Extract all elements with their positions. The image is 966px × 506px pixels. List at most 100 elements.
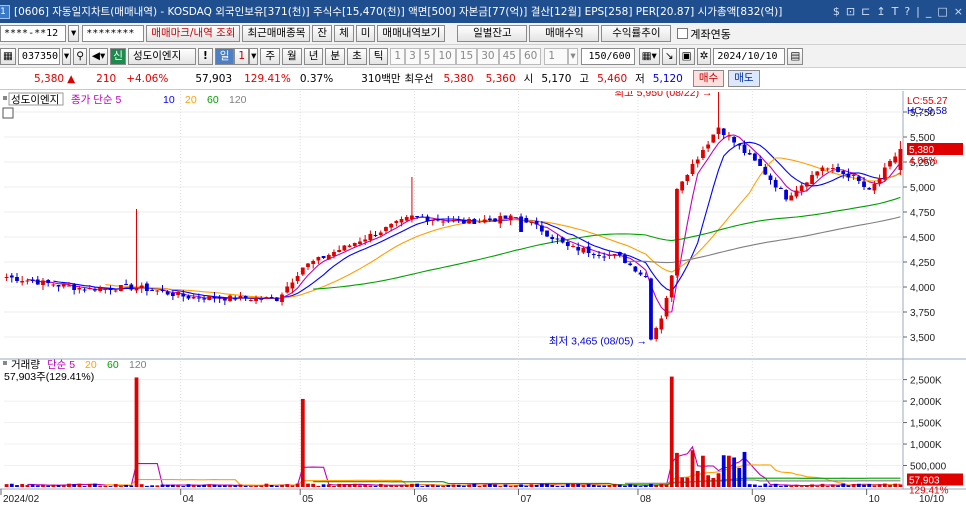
candle-body	[202, 298, 206, 300]
interval-5-button[interactable]: 5	[419, 47, 435, 65]
volume-bar	[524, 485, 529, 487]
volume-bar	[529, 484, 534, 487]
account-field[interactable]: ****-**12	[0, 25, 66, 42]
candle-body	[425, 216, 430, 222]
volume-bar	[888, 485, 892, 487]
volume-bar	[46, 485, 51, 487]
candle-body	[716, 127, 721, 134]
custom-dropdown-icon[interactable]: ▾	[568, 47, 578, 65]
layout-icon[interactable]: ▦	[0, 47, 16, 65]
period-daily-button[interactable]: 일	[214, 47, 235, 65]
candle-body	[155, 290, 160, 292]
stock-name-field[interactable]: 성도이엔지	[127, 47, 196, 65]
window-control-6-icon[interactable]: |	[916, 5, 920, 18]
password-field[interactable]: ********	[82, 25, 145, 42]
volume-bar	[103, 485, 108, 487]
volume-ratio: 129.41%	[244, 72, 291, 85]
stock-code-field[interactable]: 037350	[17, 47, 60, 65]
interval-30-button[interactable]: 30	[477, 47, 499, 65]
candle-body	[467, 219, 471, 224]
candle-body	[545, 230, 549, 237]
trade-profit-button[interactable]: 매매수익	[529, 25, 600, 42]
window-control-3-icon[interactable]: ↥	[876, 5, 885, 18]
period-number-field[interactable]: 1	[234, 47, 250, 65]
chart-area[interactable]: 5,7505,5005,2505,0004,7504,5004,2504,000…	[0, 91, 966, 506]
balance-button[interactable]: 잔	[312, 25, 333, 42]
window-control-7-icon[interactable]: _	[926, 5, 932, 18]
code-dropdown-icon[interactable]: ▾	[61, 47, 72, 65]
volume-bar	[399, 485, 404, 487]
trade-history-button[interactable]: 매매내역보기	[377, 25, 446, 42]
period-second-button[interactable]: 초	[347, 47, 367, 65]
candle-body	[446, 220, 451, 222]
volume-bar	[477, 485, 482, 487]
candle-body	[461, 220, 466, 224]
window-control-9-icon[interactable]: ×	[954, 5, 963, 18]
filled-button[interactable]: 체	[334, 25, 354, 42]
window-control-8-icon[interactable]: □	[937, 5, 947, 18]
period-weekly-button[interactable]: 주	[260, 47, 281, 65]
period-minute-button[interactable]: 분	[325, 47, 346, 65]
volume-bar	[472, 483, 477, 487]
symbol-toolbar: ▦ 037350 ▾ ⚲ ◀▾ 신 성도이엔지 ! 일 1 ▾ 주 월 년 분 …	[0, 45, 966, 68]
bar-count-field[interactable]: 150/600	[580, 47, 635, 65]
candle-body	[695, 159, 700, 164]
calendar-icon[interactable]: ▤	[787, 47, 804, 65]
candle-body	[254, 298, 258, 301]
unfilled-button[interactable]: 미	[355, 25, 376, 42]
recent-trades-button[interactable]: 최근매매종목	[242, 25, 311, 42]
sell-button[interactable]: 매도	[728, 70, 760, 87]
gear-icon[interactable]: ✲	[696, 47, 712, 65]
hc-badge: HC:-9.58	[907, 106, 947, 117]
volume-bar	[612, 483, 617, 487]
custom-interval-field[interactable]: 1	[544, 47, 569, 65]
period-yearly-button[interactable]: 년	[303, 47, 324, 65]
low-label: 저	[635, 73, 645, 85]
candle-body	[243, 296, 248, 299]
search-icon[interactable]: ⚲	[73, 47, 87, 65]
date-field[interactable]: 2024/10/10	[713, 47, 786, 65]
interval-15-button[interactable]: 15	[455, 47, 478, 65]
trend-line-icon[interactable]: ↘	[661, 47, 677, 65]
candle-body	[519, 216, 523, 232]
save-icon[interactable]: ▣	[678, 47, 695, 65]
volume-bar	[337, 483, 342, 487]
volume-bar	[503, 484, 508, 487]
volume-bar	[451, 484, 456, 487]
period-tick-button[interactable]: 틱	[368, 47, 389, 65]
period-monthly-button[interactable]: 월	[282, 47, 302, 65]
volume-bar	[124, 484, 129, 487]
window-control-2-icon[interactable]: ⊏	[861, 5, 870, 18]
interval-60-button[interactable]: 60	[519, 47, 542, 65]
interval-1-button[interactable]: 1	[390, 47, 406, 65]
interval-3-button[interactable]: 3	[405, 47, 420, 65]
volume-bar	[248, 486, 253, 487]
candle-body	[264, 297, 269, 299]
scroll-chart-icon[interactable]: ▦▾	[638, 47, 660, 65]
volume-bar	[519, 484, 523, 487]
candle-body	[404, 217, 409, 221]
interval-10-button[interactable]: 10	[434, 47, 456, 65]
volume-bar	[555, 485, 560, 487]
account-link-checkbox[interactable]	[677, 28, 689, 39]
daily-balance-button[interactable]: 일별잔고	[457, 25, 528, 42]
candle-body	[576, 247, 581, 251]
window-control-4-icon[interactable]: T	[892, 5, 899, 18]
return-trend-button[interactable]: 수익률추이	[601, 25, 672, 42]
buy-button[interactable]: 매수	[692, 70, 725, 87]
period-dropdown-icon[interactable]: ▾	[249, 47, 259, 65]
volume-bar	[799, 486, 804, 487]
interval-45-button[interactable]: 45	[498, 47, 520, 65]
candle-body	[9, 275, 14, 278]
volume-bar	[732, 457, 737, 487]
candle-body	[550, 237, 555, 239]
account-dropdown-icon[interactable]: ▾	[68, 25, 80, 42]
volume-bar	[20, 484, 25, 487]
window-control-5-icon[interactable]: ?	[904, 5, 910, 18]
warning-button[interactable]: !	[197, 47, 213, 65]
window-control-0-icon[interactable]: $	[833, 5, 840, 18]
window-control-1-icon[interactable]: ⊡	[846, 5, 855, 18]
speaker-icon[interactable]: ◀▾	[88, 47, 109, 65]
trade-mark-query-button[interactable]: 매매마크/내역 조회	[146, 25, 241, 42]
candle-body	[773, 180, 778, 188]
